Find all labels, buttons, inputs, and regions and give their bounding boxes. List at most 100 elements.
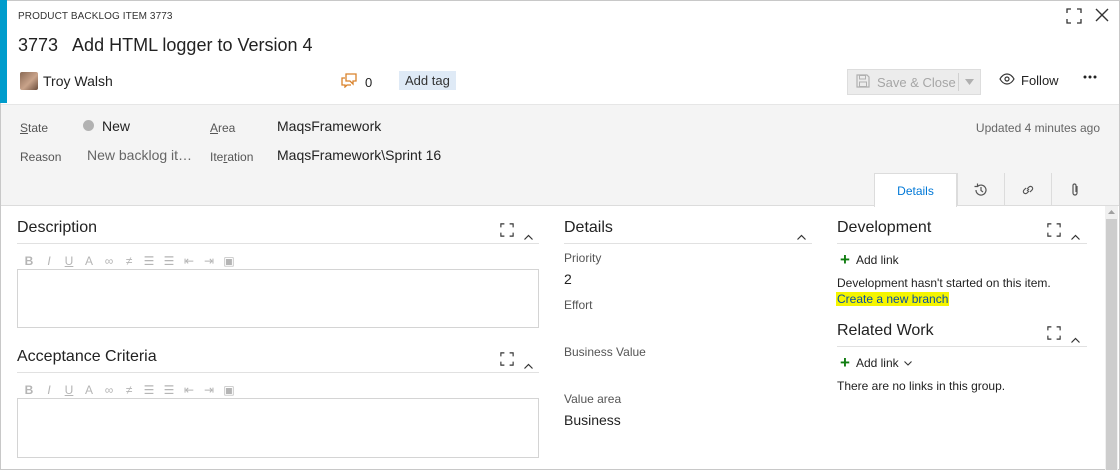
comment-icon: [341, 73, 357, 91]
discussion-count[interactable]: 0: [341, 73, 372, 91]
business-value-label: Business Value: [564, 345, 646, 359]
state-value[interactable]: New: [102, 118, 130, 134]
image-icon[interactable]: ▣: [221, 253, 237, 269]
unlink-icon[interactable]: ≠: [121, 382, 137, 398]
tab-history[interactable]: [957, 173, 1004, 206]
link-icon[interactable]: ∞: [101, 382, 117, 398]
maximize-icon[interactable]: [1047, 326, 1061, 345]
tab-details[interactable]: Details: [874, 173, 957, 207]
related-work-title: Related Work: [837, 322, 934, 339]
acceptance-divider: [17, 372, 539, 373]
maximize-icon[interactable]: [1047, 223, 1061, 242]
area-value[interactable]: MaqsFramework: [277, 118, 381, 134]
effort-value[interactable]: [564, 318, 804, 336]
bold-icon[interactable]: B: [21, 253, 37, 269]
underline-icon[interactable]: U: [61, 382, 77, 398]
plus-icon: +: [840, 250, 850, 269]
state-label: State: [20, 121, 49, 135]
development-divider: [837, 243, 1087, 244]
work-item-type-label: PRODUCT BACKLOG ITEM 3773: [18, 11, 173, 22]
highlight-icon[interactable]: A: [81, 382, 97, 398]
eye-icon: [999, 73, 1015, 88]
work-item-id: 3773: [18, 35, 59, 55]
description-editor[interactable]: [17, 269, 539, 328]
acceptance-criteria-title: Acceptance Criteria: [17, 348, 157, 365]
priority-value[interactable]: 2: [564, 271, 572, 287]
area-label: Area: [210, 121, 236, 135]
indent-icon[interactable]: ⇥: [201, 253, 217, 269]
iteration-value[interactable]: MaqsFramework\Sprint 16: [277, 147, 441, 163]
numbered-list-icon[interactable]: ☰: [161, 382, 177, 398]
maximize-icon[interactable]: [500, 223, 514, 242]
link-icon: [1022, 185, 1034, 194]
reason-label: Reason: [20, 150, 62, 164]
priority-label: Priority: [564, 251, 602, 265]
assignee-name: Troy Walsh: [43, 73, 113, 89]
work-item-type-color-bar: [0, 0, 7, 103]
save-close-label: Save & Close: [877, 74, 956, 90]
scroll-up-icon[interactable]: [1106, 206, 1117, 218]
history-icon: [974, 183, 987, 196]
outdent-icon[interactable]: ⇤: [181, 382, 197, 398]
details-title: Details: [564, 219, 613, 236]
description-title: Description: [17, 219, 98, 236]
description-toolbar: B I U A ∞ ≠ ☰ ☰ ⇤ ⇥ ▣: [21, 253, 237, 269]
work-item-title[interactable]: Add HTML logger to Version 4: [72, 35, 312, 55]
comment-count: 0: [365, 74, 373, 90]
acceptance-criteria-editor[interactable]: [17, 398, 539, 458]
image-icon[interactable]: ▣: [221, 382, 237, 398]
follow-label: Follow: [1021, 73, 1059, 88]
development-add-link-button[interactable]: + Add link: [840, 250, 899, 269]
development-status-text: Development hasn't started on this item.: [837, 276, 1051, 290]
maximize-icon[interactable]: [500, 352, 514, 371]
bullet-list-icon[interactable]: ☰: [141, 253, 157, 269]
work-item-title-row[interactable]: 3773 Add HTML logger to Version 4: [18, 35, 313, 56]
save-close-button[interactable]: Save & Close: [847, 69, 981, 95]
chevron-down-icon: [903, 360, 912, 366]
numbered-list-icon[interactable]: ☰: [161, 253, 177, 269]
highlight-icon[interactable]: A: [81, 253, 97, 269]
save-icon: [856, 73, 870, 91]
add-link-label: Add link: [855, 356, 899, 370]
value-area-label: Value area: [564, 392, 622, 406]
form-tabs: Details: [874, 173, 1098, 207]
link-icon[interactable]: ∞: [101, 253, 117, 269]
assigned-to[interactable]: Troy Walsh: [20, 72, 113, 90]
description-divider: [17, 243, 539, 244]
create-branch-link[interactable]: Create a new branch: [836, 292, 950, 306]
development-title: Development: [837, 219, 932, 236]
iteration-label: Iteration: [210, 150, 254, 164]
add-tag-button[interactable]: Add tag: [399, 71, 456, 90]
acceptance-toolbar: B I U A ∞ ≠ ☰ ☰ ⇤ ⇥ ▣: [21, 382, 237, 398]
save-options-dropdown[interactable]: [959, 79, 980, 85]
more-actions-icon[interactable]: [1082, 69, 1098, 90]
indent-icon[interactable]: ⇥: [201, 382, 217, 398]
attachment-icon: [1072, 182, 1078, 196]
tab-links[interactable]: [1004, 173, 1051, 206]
value-area-value[interactable]: Business: [564, 412, 621, 428]
related-work-add-link-button[interactable]: + Add link: [840, 353, 912, 372]
follow-button[interactable]: Follow: [999, 73, 1059, 88]
details-divider: [564, 243, 812, 244]
italic-icon[interactable]: I: [41, 253, 57, 269]
plus-icon: +: [840, 353, 850, 372]
scrollbar-thumb[interactable]: [1106, 219, 1117, 470]
state-indicator-icon: [83, 120, 94, 131]
italic-icon[interactable]: I: [41, 382, 57, 398]
save-close-main[interactable]: Save & Close: [848, 73, 958, 91]
maximize-icon[interactable]: [1066, 8, 1082, 29]
related-work-divider: [837, 346, 1087, 347]
updated-timestamp[interactable]: Updated 4 minutes ago: [976, 121, 1100, 135]
tab-attachments[interactable]: [1051, 173, 1098, 206]
close-icon[interactable]: [1094, 7, 1110, 28]
underline-icon[interactable]: U: [61, 253, 77, 269]
reason-value[interactable]: New backlog it…: [87, 147, 192, 163]
unlink-icon[interactable]: ≠: [121, 253, 137, 269]
outdent-icon[interactable]: ⇤: [181, 253, 197, 269]
bold-icon[interactable]: B: [21, 382, 37, 398]
add-link-label: Add link: [855, 253, 899, 267]
avatar: [20, 72, 38, 90]
bullet-list-icon[interactable]: ☰: [141, 382, 157, 398]
related-work-empty-text: There are no links in this group.: [837, 379, 1006, 393]
business-value-value[interactable]: [564, 365, 804, 383]
